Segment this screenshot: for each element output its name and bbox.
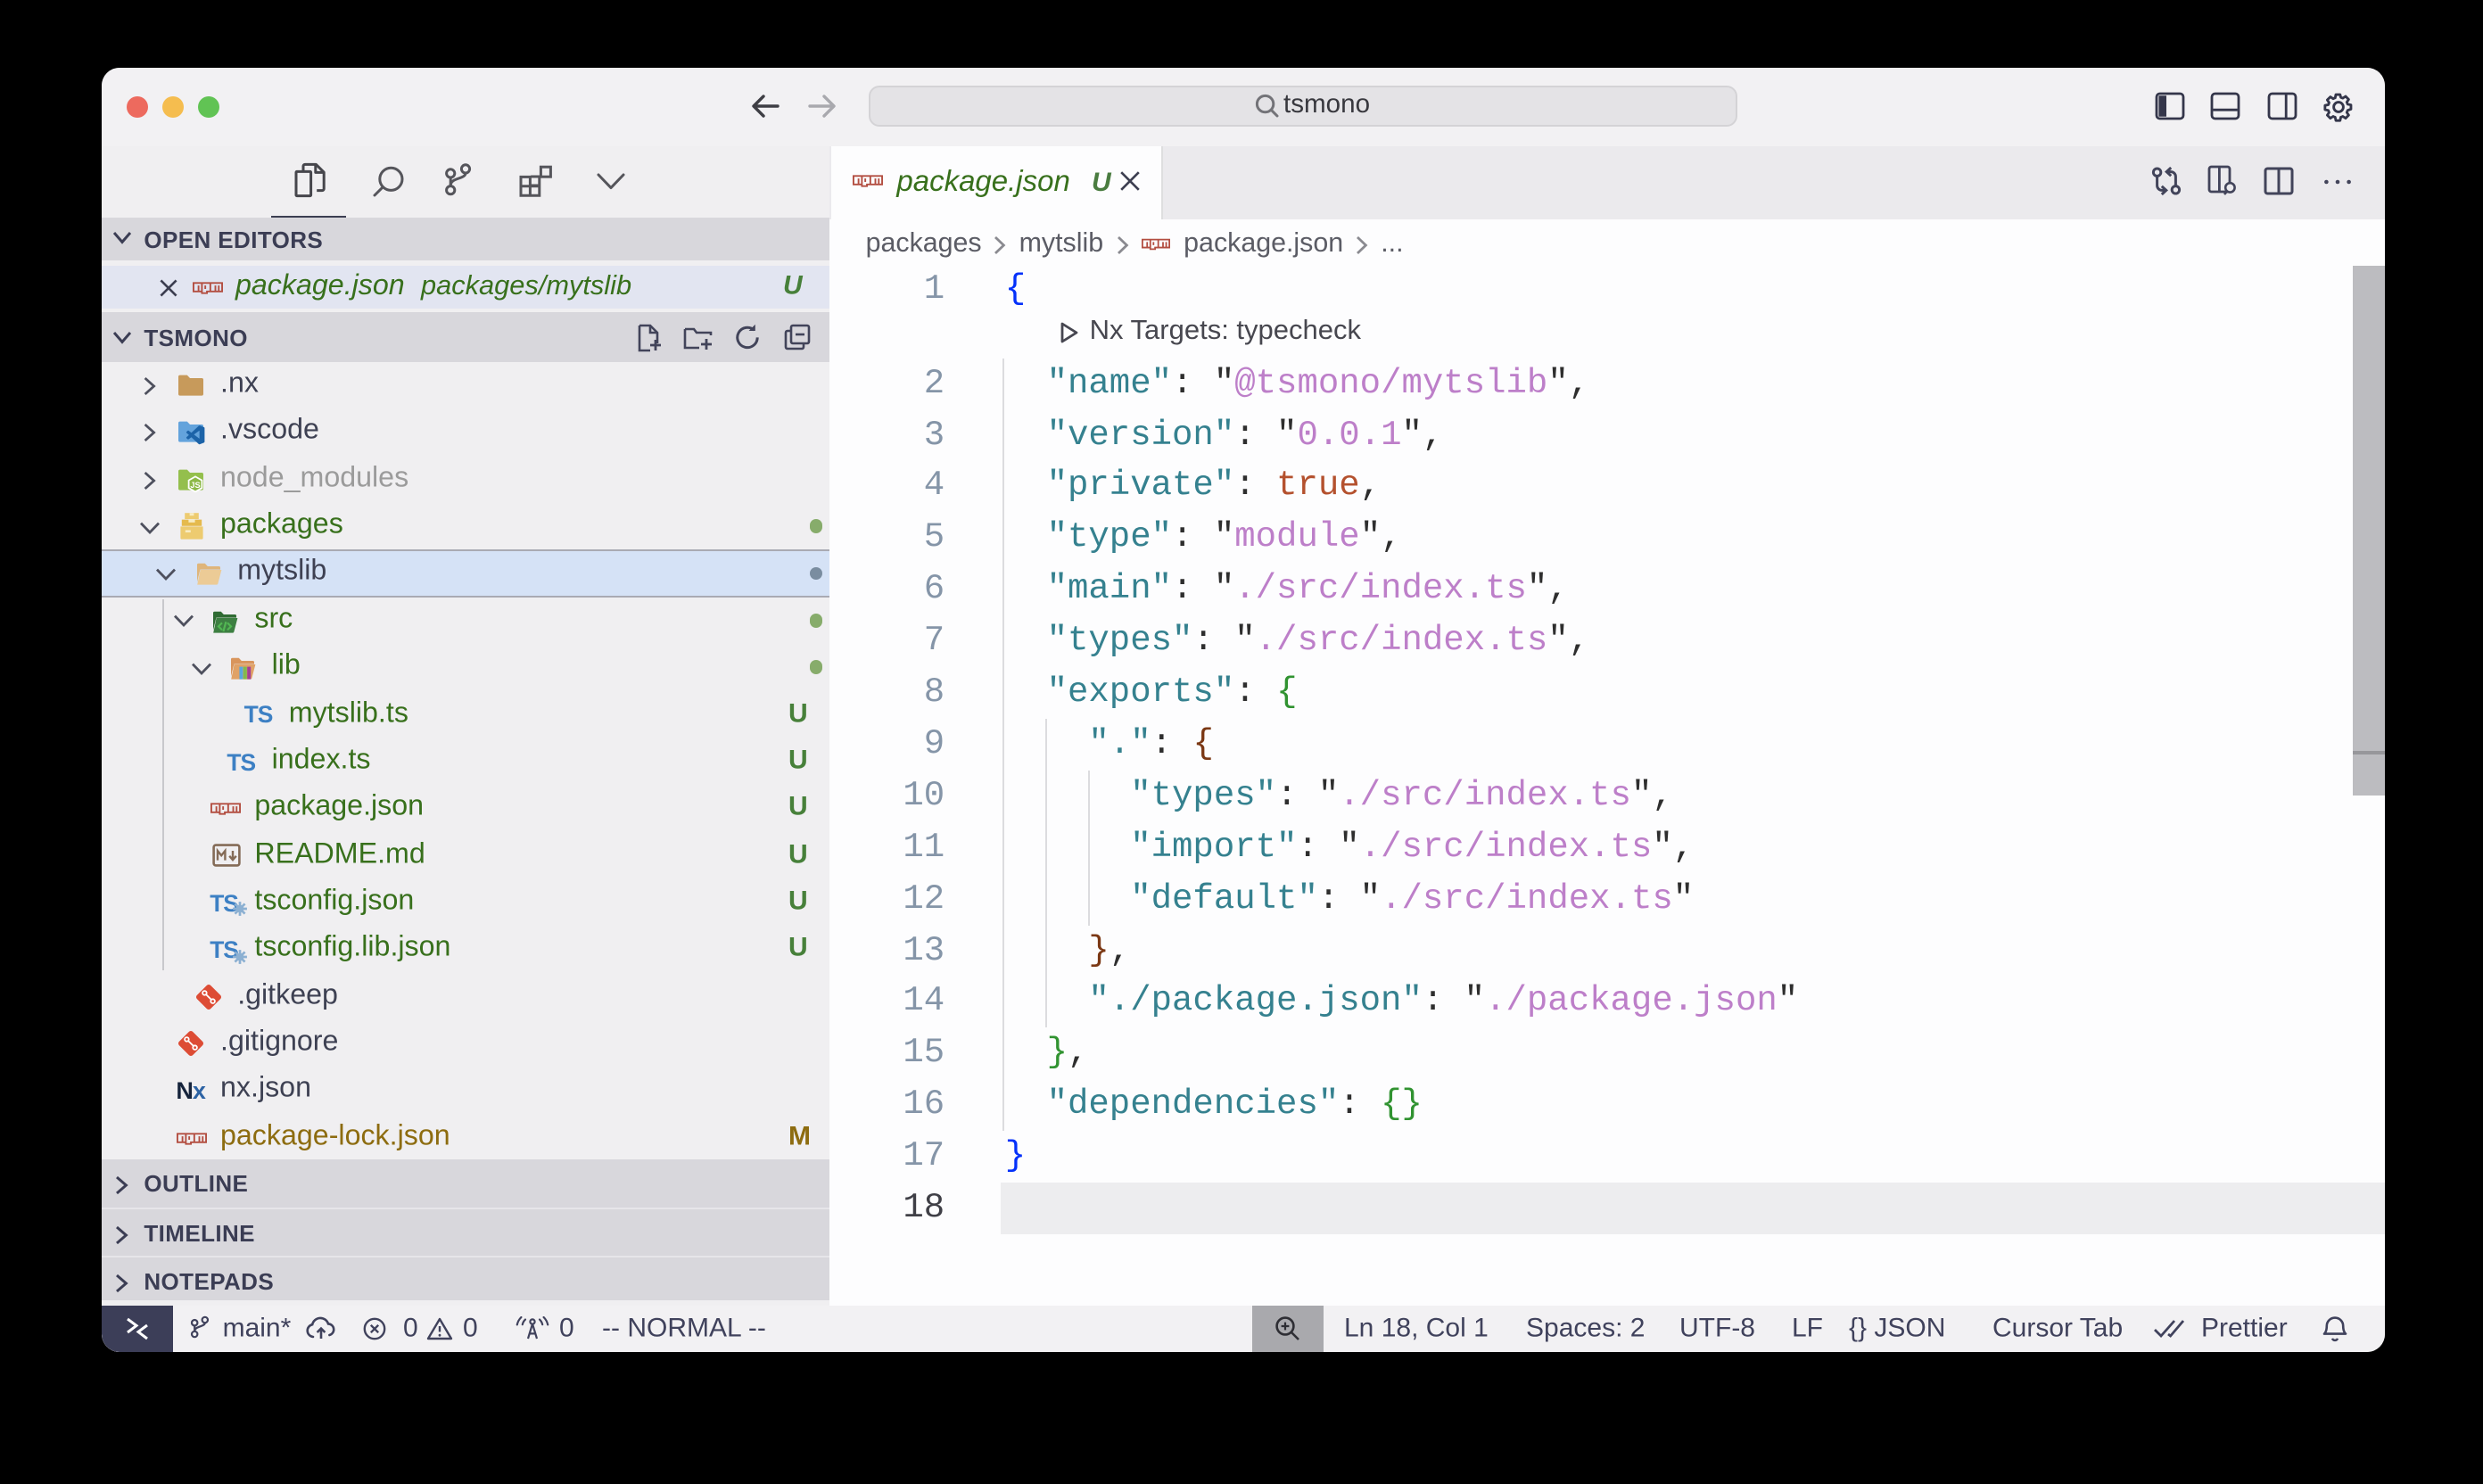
svg-text:JS: JS bbox=[191, 481, 201, 490]
